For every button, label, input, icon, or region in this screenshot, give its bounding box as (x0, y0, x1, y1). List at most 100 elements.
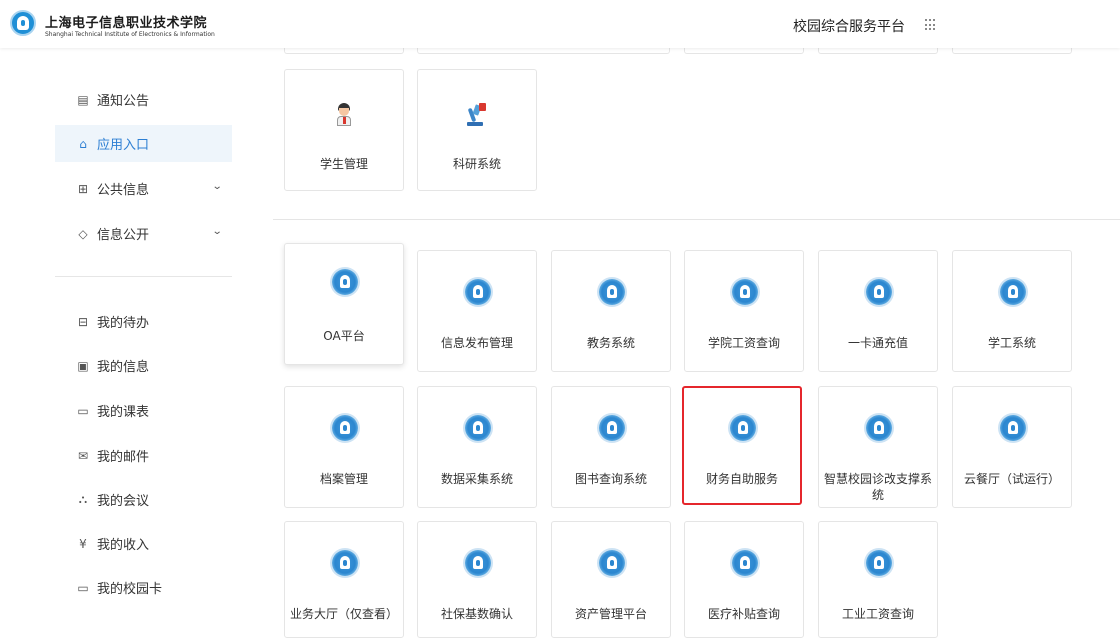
school-app-icon (1000, 279, 1026, 305)
card-icon: ▭ (77, 580, 89, 595)
app-card-cloud-canteen[interactable]: 云餐厅（试运行） (952, 386, 1072, 508)
school-app-icon (866, 550, 892, 576)
school-app-icon (730, 415, 756, 441)
app-card-social-security[interactable]: 社保基数确认 (417, 521, 537, 638)
sidebar-item-label: 通知公告 (97, 94, 150, 109)
app-card-student-management[interactable]: 学生管理 (284, 69, 404, 191)
app-card-medical-subsidy[interactable]: 医疗补贴查询 (684, 521, 804, 638)
section-divider (273, 219, 1120, 220)
sidebar-item-meeting[interactable]: ⛬ 我的会议 (55, 481, 232, 518)
school-app-icon (332, 550, 358, 576)
school-app-icon (599, 415, 625, 441)
school-app-icon (599, 550, 625, 576)
app-card-label: 智慧校园诊改支撑系统 (823, 472, 932, 502)
app-card-label: 学生管理 (319, 157, 368, 171)
school-app-icon (332, 269, 358, 295)
app-card-label: 资产管理平台 (574, 607, 647, 621)
app-card-label: 财务自助服务 (705, 472, 778, 486)
top-header: 上海电子信息职业技术学院 Shanghai Technical Institut… (0, 0, 1120, 48)
app-card-label: 信息发布管理 (440, 336, 513, 350)
calendar-icon: ▭ (77, 403, 89, 418)
sidebar-item-label: 我的邮件 (97, 450, 150, 465)
app-card-card-recharge[interactable]: 一卡通充值 (818, 250, 938, 372)
app-card-salary[interactable]: 学院工资查询 (684, 250, 804, 372)
sidebar-item-label: 我的校园卡 (97, 582, 163, 597)
app-card-label: 医疗补贴查询 (707, 607, 780, 621)
profile-icon: ▣ (77, 358, 89, 373)
school-name-en: Shanghai Technical Institute of Electron… (45, 31, 215, 38)
sidebar-item-todo[interactable]: ⊟ 我的待办 (55, 303, 232, 340)
app-card-label: OA平台 (323, 329, 365, 343)
school-app-icon (732, 279, 758, 305)
app-card-label: 社保基数确认 (440, 607, 513, 621)
app-card-archive[interactable]: 档案管理 (284, 386, 404, 508)
sidebar-divider (55, 276, 232, 277)
school-name-cn: 上海电子信息职业技术学院 (45, 16, 208, 31)
app-card-smart-campus[interactable]: 智慧校园诊改支撑系统 (818, 386, 938, 508)
school-app-icon (332, 415, 358, 441)
school-app-icon (465, 279, 491, 305)
app-card-asset-management[interactable]: 资产管理平台 (551, 521, 671, 638)
school-app-icon (732, 550, 758, 576)
app-card-library[interactable]: 图书查询系统 (551, 386, 671, 508)
app-card-label: 业务大厅（仅查看） (289, 607, 398, 621)
app-card-data-collection[interactable]: 数据采集系统 (417, 386, 537, 508)
tag-icon: ◇ (78, 226, 88, 241)
app-card-oa[interactable]: OA平台 (284, 243, 404, 365)
sidebar-item-label: 信息公开 (97, 228, 150, 243)
sidebar-item-app-entry[interactable]: ⌂ 应用入口 (55, 125, 232, 162)
app-card-academic[interactable]: 教务系统 (551, 250, 671, 372)
app-card-label: 档案管理 (319, 472, 368, 486)
app-card-label: 数据采集系统 (440, 472, 513, 486)
home-icon: ⌂ (79, 136, 87, 151)
chevron-down-icon[interactable]: ⌄ (211, 226, 222, 237)
platform-title: 校园综合服务平台 (793, 19, 905, 35)
microscope-icon (465, 103, 487, 127)
sidebar-item-label: 我的信息 (97, 360, 150, 375)
todo-icon: ⊟ (77, 314, 89, 329)
app-card-research-system[interactable]: 科研系统 (417, 69, 537, 191)
sidebar-item-my-info[interactable]: ▣ 我的信息 (55, 347, 232, 384)
sidebar-item-mail[interactable]: ✉ 我的邮件 (55, 437, 232, 474)
school-app-icon (1000, 415, 1026, 441)
sidebar-item-schedule[interactable]: ▭ 我的课表 (55, 392, 232, 429)
student-icon (334, 103, 354, 127)
meeting-icon: ⛬ (78, 492, 88, 506)
mail-icon: ✉ (77, 448, 89, 463)
school-app-icon (465, 415, 491, 441)
app-card-label: 学院工资查询 (707, 336, 780, 350)
app-card-label: 一卡通充值 (847, 336, 908, 350)
sidebar-item-info-disclosure[interactable]: ◇ 信息公开 ⌄ (55, 215, 232, 252)
school-app-icon (465, 550, 491, 576)
app-card-label: 云餐厅（试运行） (963, 472, 1060, 486)
sidebar-item-label: 应用入口 (97, 138, 150, 153)
app-card-info-publish[interactable]: 信息发布管理 (417, 250, 537, 372)
sidebar-item-label: 我的待办 (97, 316, 150, 331)
app-card-label: 学工系统 (987, 336, 1036, 350)
school-app-icon (599, 279, 625, 305)
sidebar-item-public-info[interactable]: ⊞ 公共信息 ⌄ (55, 170, 232, 207)
sidebar-item-label: 公共信息 (97, 183, 150, 198)
app-card-label: 教务系统 (586, 336, 635, 350)
yuan-icon: ¥ (79, 536, 87, 551)
sidebar-item-label: 我的收入 (97, 538, 150, 553)
app-card-label: 科研系统 (452, 157, 501, 171)
sidebar-item-label: 我的课表 (97, 405, 150, 420)
school-app-icon (866, 279, 892, 305)
sidebar-item-campus-card[interactable]: ▭ 我的校园卡 (55, 569, 232, 606)
sidebar-item-label: 我的会议 (97, 494, 150, 509)
sidebar-item-notice[interactable]: ▤ 通知公告 (55, 81, 232, 118)
notice-icon: ▤ (77, 92, 89, 107)
school-logo-icon[interactable] (10, 10, 36, 36)
sidebar: ▤ 通知公告 ⌂ 应用入口 ⊞ 公共信息 ⌄ ◇ 信息公开 ⌄ ⊟ 我的待办 ▣… (55, 48, 235, 638)
app-card-label: 工业工资查询 (841, 607, 914, 621)
sidebar-item-income[interactable]: ¥ 我的收入 (55, 525, 232, 562)
grid-icon: ⊞ (77, 181, 89, 196)
school-app-icon (866, 415, 892, 441)
chevron-down-icon[interactable]: ⌄ (211, 181, 222, 192)
grid-dots-icon[interactable] (925, 19, 937, 31)
app-card-student-affairs[interactable]: 学工系统 (952, 250, 1072, 372)
app-card-business-hall[interactable]: 业务大厅（仅查看） (284, 521, 404, 638)
app-card-industrial-salary[interactable]: 工业工资查询 (818, 521, 938, 638)
app-card-finance-self-service[interactable]: 财务自助服务 (682, 386, 802, 505)
